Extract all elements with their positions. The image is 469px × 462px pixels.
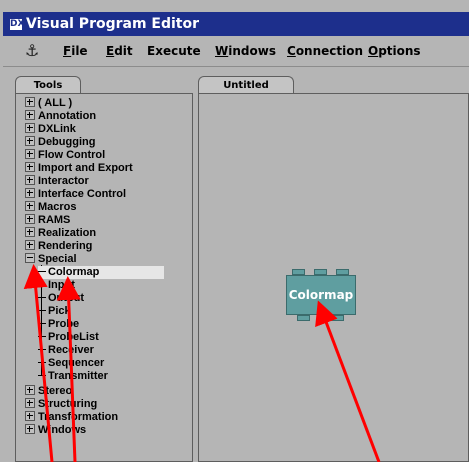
annotation-arrows (23, 264, 381, 462)
arrow-to-colormap-node (315, 300, 381, 462)
arrow-to-special (23, 264, 54, 462)
arrow-to-colormap-item (56, 276, 81, 462)
visual-program-editor-window: DX Visual Program Editor ⚓ File Edit Exe… (0, 0, 469, 462)
